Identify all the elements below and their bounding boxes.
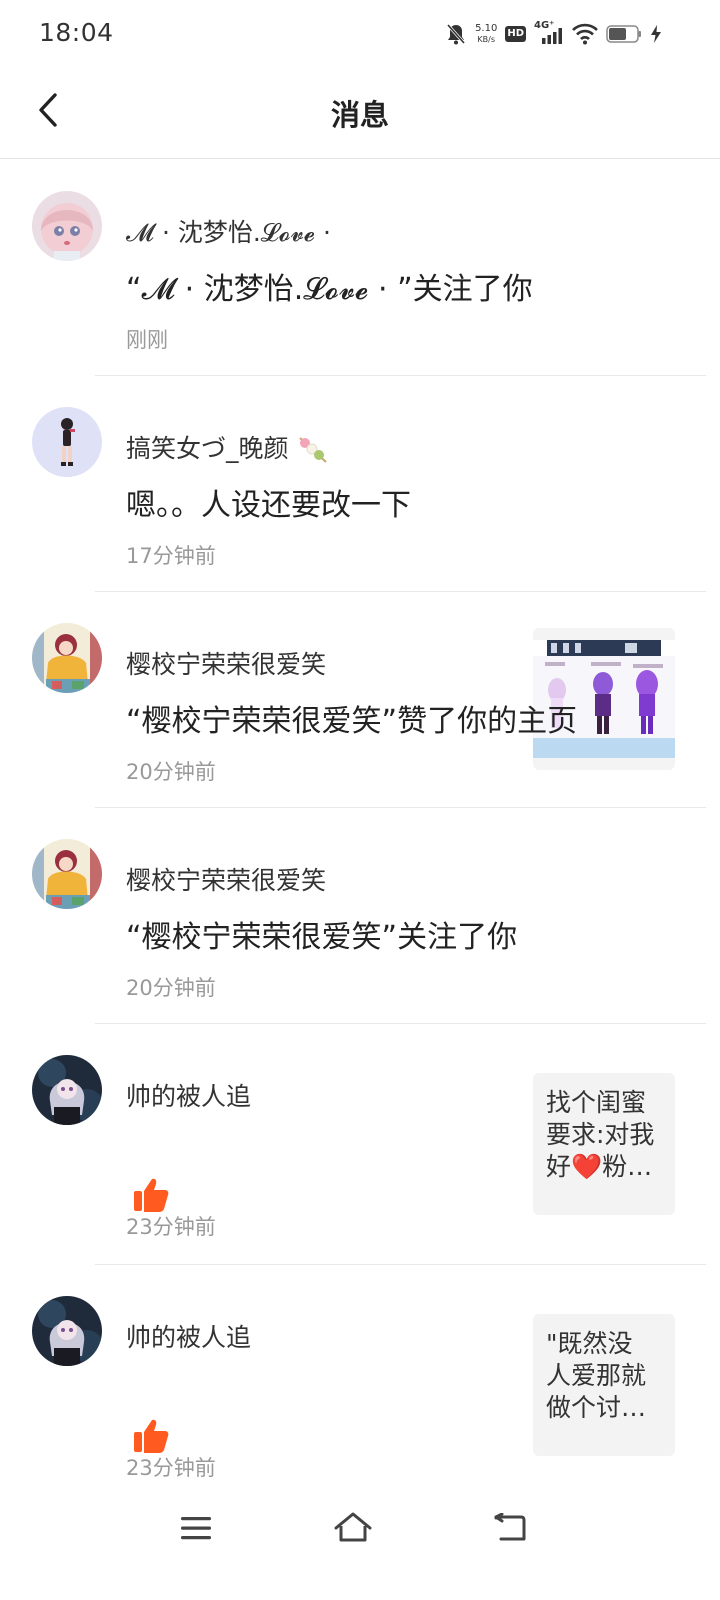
net-speed: 5.10 KB/s <box>475 23 497 45</box>
username[interactable]: 𝓜 · 沈梦怡.𝓛𝓸𝓿𝓮 · <box>126 213 331 249</box>
charging-icon <box>650 24 662 44</box>
preview-line: 要求:对我 <box>546 1120 655 1149</box>
menu-icon <box>181 1517 211 1540</box>
preview-line: 人爱那就 <box>546 1361 647 1390</box>
net-speed-value: 5.10 <box>475 23 498 34</box>
header: 消息 <box>0 68 720 159</box>
net-speed-unit: KB/s <box>477 35 495 44</box>
avatar[interactable] <box>32 1296 102 1366</box>
post-preview[interactable]: 找个闺蜜 要求:对我 好❤️粉… <box>533 1073 675 1215</box>
back-return-icon <box>494 1513 526 1541</box>
preview-line: 做个讨… <box>546 1393 647 1422</box>
preview-line: 好❤️粉… <box>546 1152 653 1181</box>
hd-icon: HD <box>505 26 526 42</box>
status-time: 18:04 <box>39 18 114 47</box>
home-button[interactable] <box>325 1506 381 1550</box>
message-item[interactable]: 樱校宁荣荣很爱笑 “樱校宁荣荣很爱笑”赞了你的主页 20分钟前 <box>0 591 720 807</box>
wifi-icon <box>572 23 598 45</box>
thumbs-up-icon <box>134 1178 169 1212</box>
message-time: 17分钟前 <box>126 544 216 568</box>
message-item[interactable]: 帅的被人追 23分钟前 找个闺蜜 要求:对我 好❤️粉… <box>0 1023 720 1264</box>
message-time: 20分钟前 <box>126 976 216 1000</box>
message-text: “樱校宁荣荣很爱笑”赞了你的主页 <box>126 704 578 739</box>
username[interactable]: 樱校宁荣荣很爱笑 <box>126 861 326 897</box>
message-item[interactable]: 樱校宁荣荣很爱笑 “樱校宁荣荣很爱笑”关注了你 20分钟前 <box>0 807 720 1023</box>
post-preview[interactable]: "既然没 人爱那就 做个讨… <box>533 1314 675 1456</box>
signal-4g-icon: 4G⁺ <box>534 20 564 46</box>
avatar[interactable] <box>32 839 102 909</box>
avatar[interactable] <box>32 191 102 261</box>
message-item[interactable]: 帅的被人追 23分钟前 "既然没 人爱那就 做个讨… <box>0 1264 720 1505</box>
message-text: 嗯。。人设还要改一下 <box>126 488 411 523</box>
message-item[interactable]: 𝓜 · 沈梦怡.𝓛𝓸𝓿𝓮 · “𝓜 · 沈梦怡.𝓛𝓸𝓿𝓮 · ”关注了你 刚刚 <box>0 159 720 375</box>
avatar[interactable] <box>32 623 102 693</box>
message-time: 23分钟前 <box>126 1215 216 1239</box>
page-title: 消息 <box>330 98 389 132</box>
navigation-bar <box>0 1490 720 1600</box>
mute-bell-icon <box>445 22 467 46</box>
message-text: “樱校宁荣荣很爱笑”关注了你 <box>126 920 518 955</box>
message-time: 20分钟前 <box>126 760 216 784</box>
preview-line: 找个闺蜜 <box>546 1088 647 1117</box>
avatar[interactable] <box>32 407 102 477</box>
back-nav-button[interactable] <box>482 1506 538 1550</box>
username[interactable]: 帅的被人追 <box>126 1077 251 1113</box>
message-text: “𝓜 · 沈梦怡.𝓛𝓸𝓿𝓮 · ”关注了你 <box>126 272 533 307</box>
username[interactable]: 樱校宁荣荣很爱笑 <box>126 645 326 681</box>
username-text: 搞笑女づ_晚颜 <box>126 434 289 463</box>
message-time: 23分钟前 <box>126 1456 216 1480</box>
message-list: 𝓜 · 沈梦怡.𝓛𝓸𝓿𝓮 · “𝓜 · 沈梦怡.𝓛𝓸𝓿𝓮 · ”关注了你 刚刚 … <box>0 159 720 1505</box>
username[interactable]: 搞笑女づ_晚颜 <box>126 429 330 466</box>
status-bar: 18:04 5.10 KB/s HD 4G⁺ <box>0 0 720 68</box>
status-icons: 5.10 KB/s HD 4G⁺ <box>445 20 662 48</box>
home-icon <box>334 1512 372 1542</box>
preview-line: "既然没 <box>546 1329 633 1358</box>
dango-emoji-icon <box>299 437 328 463</box>
thumbs-up-icon <box>134 1419 169 1453</box>
username[interactable]: 帅的被人追 <box>126 1318 251 1354</box>
battery-icon <box>606 24 642 44</box>
message-item[interactable]: 搞笑女づ_晚颜 嗯。。人设还要改一下 17分钟前 <box>0 375 720 770</box>
message-time: 刚刚 <box>126 328 168 352</box>
avatar[interactable] <box>32 1055 102 1125</box>
menu-button[interactable] <box>168 1506 224 1550</box>
